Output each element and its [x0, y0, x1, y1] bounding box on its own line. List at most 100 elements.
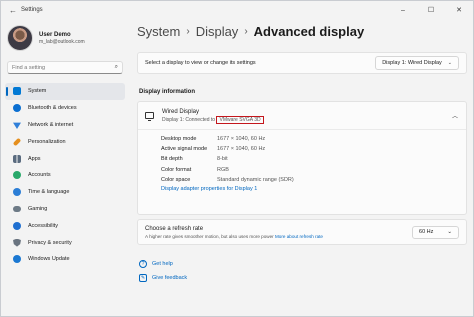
info-row: Bit depth 8-bit — [161, 154, 466, 164]
user-profile[interactable]: User Demo m_lab@outlook.com — [7, 25, 85, 51]
display-name: Wired Display — [162, 108, 200, 115]
sidebar-item-label: Bluetooth & devices — [28, 105, 77, 112]
chevron-right-icon: › — [244, 26, 248, 37]
info-value: Standard dynamic range (SDR) — [217, 176, 294, 183]
display-info-heading: Display information — [139, 89, 196, 95]
breadcrumb-display[interactable]: Display — [196, 24, 239, 39]
sidebar-nav: System Bluetooth & devices Network & int… — [5, 83, 125, 268]
sidebar-item-label: Network & internet — [28, 121, 74, 128]
display-connection-prefix: Display 1: Connected to — [162, 116, 216, 123]
title-bar: ← Settings – ☐ ✕ — [1, 1, 473, 19]
refresh-rate-value: 60 Hz — [419, 229, 434, 235]
apps-icon — [13, 154, 21, 163]
display-dropdown-value: Display 1: Wired Display — [382, 60, 442, 66]
info-key: Color space — [161, 176, 191, 183]
refresh-rate-link[interactable]: More about refresh rate — [275, 234, 323, 239]
display-info-rows: Desktop mode 1677 × 1040, 60 Hz Active s… — [138, 130, 466, 185]
avatar — [7, 25, 33, 51]
back-arrow-icon[interactable]: ← — [9, 6, 21, 15]
help-links: ? Get help ✎ Give feedback — [139, 257, 187, 285]
sidebar-item-time-language[interactable]: Time & language — [5, 184, 125, 201]
adapter-name: VMware SVGA 3D — [216, 115, 264, 124]
breadcrumb-system[interactable]: System — [137, 24, 180, 39]
accounts-icon — [13, 171, 21, 180]
info-value: 1677 × 1040, 60 Hz — [217, 136, 266, 143]
brush-icon — [12, 137, 22, 147]
accessibility-icon — [13, 221, 21, 230]
sidebar-item-label: Windows Update — [28, 256, 70, 263]
sidebar-item-label: Gaming — [28, 205, 48, 212]
info-row: Color format RGB — [161, 165, 466, 175]
sidebar-item-label: Privacy & security — [28, 239, 72, 246]
breadcrumb: System › Display › Advanced display — [137, 24, 364, 39]
clock-icon — [13, 188, 21, 197]
info-row: Active signal mode 1677 × 1040, 60 Hz — [161, 144, 466, 154]
refresh-rate-title: Choose a refresh rate — [145, 225, 204, 232]
sidebar-item-label: Time & language — [28, 189, 70, 196]
sidebar-item-accessibility[interactable]: Accessibility — [5, 217, 125, 234]
sidebar-item-privacy[interactable]: Privacy & security — [5, 234, 125, 251]
search-icon: ⌕ — [114, 64, 118, 70]
sidebar-item-label: Personalization — [28, 138, 66, 145]
sidebar-item-network[interactable]: Network & internet — [5, 117, 125, 134]
info-value: 1677 × 1040, 60 Hz — [217, 146, 266, 153]
refresh-rate-card: Choose a refresh rate A higher rate give… — [137, 219, 467, 245]
refresh-rate-description: A higher rate gives smoother motion, but… — [145, 234, 404, 239]
page-title: Advanced display — [253, 24, 365, 39]
sidebar-item-bluetooth[interactable]: Bluetooth & devices — [5, 100, 125, 117]
display-dropdown[interactable]: Display 1: Wired Display ⌄ — [375, 56, 459, 70]
info-key: Color format — [161, 166, 192, 173]
sidebar-item-accounts[interactable]: Accounts — [5, 167, 125, 184]
settings-window: ← Settings – ☐ ✕ User Demo m_lab@outlook… — [0, 0, 474, 317]
main-content: System › Display › Advanced display Sele… — [127, 19, 474, 317]
get-help-label: Get help — [152, 261, 173, 267]
sidebar-item-label: Accounts — [28, 172, 51, 179]
monitor-icon — [145, 112, 154, 121]
sidebar-item-system[interactable]: System — [5, 83, 125, 100]
gaming-icon — [13, 205, 21, 212]
sidebar-item-label: Apps — [28, 155, 41, 162]
info-value: 8-bit — [217, 156, 228, 163]
info-row: Desktop mode 1677 × 1040, 60 Hz — [161, 134, 466, 144]
give-feedback-label: Give feedback — [152, 275, 188, 281]
refresh-desc-text: A higher rate gives smoother motion, but… — [145, 233, 274, 239]
give-feedback-link[interactable]: ✎ Give feedback — [139, 271, 187, 285]
minimize-button[interactable]: – — [389, 1, 417, 19]
info-key: Bit depth — [161, 156, 183, 163]
search-box[interactable]: ⌕ — [7, 61, 123, 74]
info-key: Active signal mode — [161, 146, 208, 153]
feedback-icon: ✎ — [139, 274, 147, 282]
chevron-right-icon: › — [186, 26, 190, 37]
bluetooth-icon — [13, 104, 21, 113]
sidebar-item-gaming[interactable]: Gaming — [5, 201, 125, 218]
sidebar: User Demo m_lab@outlook.com ⌕ System Blu… — [1, 19, 127, 317]
adapter-properties-link[interactable]: Display adapter properties for Display 1 — [138, 186, 466, 192]
info-key: Desktop mode — [161, 136, 197, 143]
shield-icon — [13, 238, 21, 247]
window-controls: – ☐ ✕ — [389, 1, 473, 19]
info-row: Color space Standard dynamic range (SDR) — [161, 175, 466, 185]
select-display-label: Select a display to view or change its s… — [145, 60, 256, 66]
update-icon — [13, 255, 21, 264]
info-value: RGB — [217, 166, 229, 173]
sidebar-item-windows-update[interactable]: Windows Update — [5, 251, 125, 268]
refresh-rate-dropdown[interactable]: 60 Hz ⌄ — [412, 225, 459, 239]
search-input[interactable] — [12, 64, 115, 71]
sidebar-item-personalization[interactable]: Personalization — [5, 133, 125, 150]
close-button[interactable]: ✕ — [445, 1, 473, 19]
display-info-header[interactable]: Wired Display Display 1: Connected to VM… — [138, 102, 466, 130]
sidebar-item-label: System — [28, 88, 47, 95]
display-info-card: Wired Display Display 1: Connected to VM… — [137, 101, 467, 215]
select-display-card: Select a display to view or change its s… — [137, 52, 467, 74]
maximize-button[interactable]: ☐ — [417, 1, 445, 19]
help-icon: ? — [139, 260, 147, 268]
profile-name: User Demo — [39, 31, 71, 38]
chevron-down-icon: ⌄ — [447, 229, 452, 235]
system-icon — [13, 87, 21, 96]
sidebar-item-apps[interactable]: Apps — [5, 150, 125, 167]
profile-email: m_lab@outlook.com — [39, 38, 85, 45]
chevron-up-icon[interactable]: ︿ — [452, 111, 458, 120]
get-help-link[interactable]: ? Get help — [139, 257, 187, 271]
network-icon — [13, 122, 21, 129]
sidebar-item-label: Accessibility — [28, 222, 58, 229]
